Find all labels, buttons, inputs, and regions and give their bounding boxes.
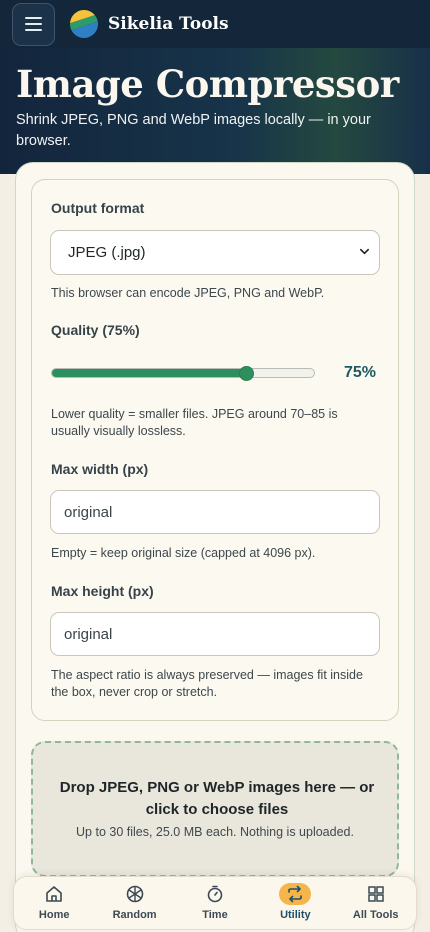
max-width-label: Max width (px) [51, 461, 149, 477]
output-format-select[interactable]: JPEG (.jpg) [50, 230, 380, 275]
grid-icon [360, 883, 392, 905]
top-bar: Sikelia Tools [0, 0, 430, 48]
nav-label: Time [202, 909, 228, 921]
nav-label: Random [112, 909, 157, 921]
quality-slider[interactable] [51, 368, 315, 378]
nav-item-time[interactable]: Time [176, 877, 254, 921]
nav-item-home[interactable]: Home [15, 877, 93, 921]
menu-icon [25, 17, 42, 19]
dropzone-title: Drop JPEG, PNG or WebP images here — or … [59, 779, 375, 818]
chevron-down-icon [360, 248, 369, 255]
brand-name[interactable]: Sikelia Tools [108, 14, 229, 34]
home-icon [38, 883, 70, 905]
quality-hint: Lower quality = smaller files. JPEG arou… [51, 407, 338, 438]
menu-icon-line [25, 29, 42, 31]
nav-item-all-tools[interactable]: All Tools [337, 877, 415, 921]
nav-label: All Tools [352, 909, 399, 921]
timer-icon [199, 883, 231, 905]
hero: Image Compressor Shrink JPEG, PNG and We… [0, 48, 430, 174]
random-icon [119, 883, 151, 905]
max-height-hint: The aspect ratio is always preserved — i… [51, 668, 363, 699]
quality-label: Quality (75%) [51, 322, 140, 338]
nav-label: Utility [280, 909, 311, 921]
dropzone-subtitle: Up to 30 files, 25.0 MB each. Nothing is… [76, 825, 354, 839]
swap-icon [279, 883, 312, 905]
output-format-value: JPEG (.jpg) [68, 244, 146, 261]
quality-value: 75% [344, 364, 377, 381]
nav-label: Home [38, 909, 70, 921]
quality-slider-fill [52, 369, 248, 377]
output-format-label: Output format [51, 200, 145, 216]
file-dropzone[interactable]: Drop JPEG, PNG or WebP images here — or … [31, 741, 399, 877]
nav-item-utility[interactable]: Utility [256, 877, 334, 921]
page-subtitle: Shrink JPEG, PNG and WebP images locally… [16, 112, 371, 149]
menu-button[interactable] [12, 2, 55, 46]
nav-item-random[interactable]: Random [96, 877, 174, 921]
max-height-input[interactable] [50, 612, 380, 656]
logo-icon[interactable] [68, 8, 100, 40]
page-title: Image Compressor [16, 62, 399, 106]
bottom-nav: Home Random Time Utility All Tools [13, 876, 417, 930]
max-height-label: Max height (px) [51, 583, 154, 599]
menu-icon-line [25, 23, 42, 25]
max-width-input[interactable] [50, 490, 380, 534]
output-format-hint: This browser can encode JPEG, PNG and We… [51, 286, 325, 300]
quality-slider-thumb[interactable] [239, 366, 255, 381]
max-width-hint: Empty = keep original size (capped at 40… [51, 546, 316, 560]
